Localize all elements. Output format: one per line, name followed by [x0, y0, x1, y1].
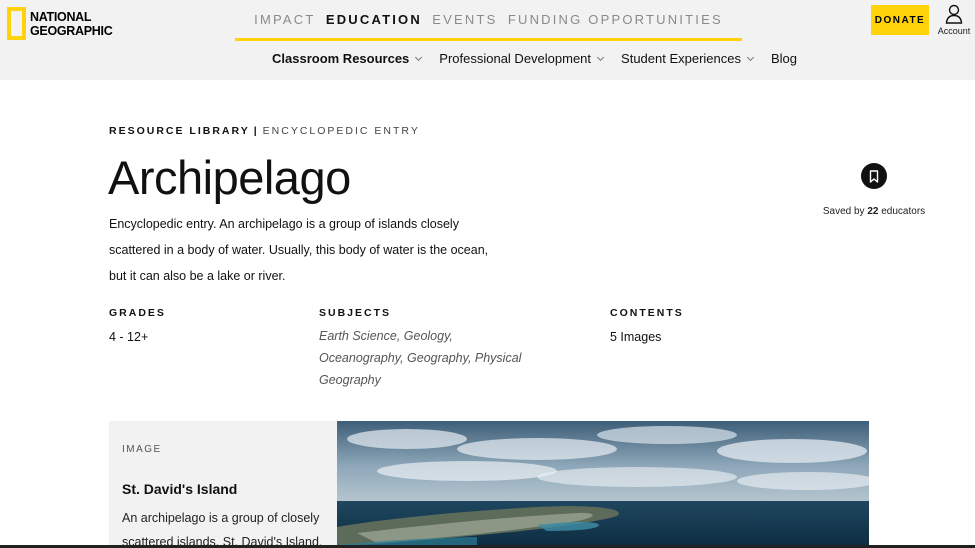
logo-wordmark: NATIONAL GEOGRAPHIC: [30, 9, 113, 38]
image-caption-card: IMAGE St. David's Island An archipelago …: [109, 421, 337, 548]
national-geographic-logo[interactable]: NATIONAL GEOGRAPHIC: [7, 7, 113, 40]
grades-heading: GRADES: [109, 307, 166, 319]
nav-funding-opportunities[interactable]: FUNDING OPPORTUNITIES: [508, 12, 723, 27]
chevron-down-icon: [596, 53, 605, 61]
subnav-classroom-resources[interactable]: Classroom Resources: [272, 51, 423, 66]
aerial-island-image: [337, 421, 869, 548]
chevron-down-icon: [746, 53, 755, 61]
primary-nav: IMPACT EDUCATION EVENTS FUNDING OPPORTUN…: [235, 0, 742, 41]
grades-value: 4 - 12+: [109, 330, 149, 344]
save-bookmark-button[interactable]: [861, 163, 887, 189]
subnav-label: Classroom Resources: [272, 51, 410, 66]
account-button[interactable]: Account: [936, 4, 972, 36]
nav-events[interactable]: EVENTS: [432, 12, 497, 27]
subnav-blog[interactable]: Blog: [771, 51, 797, 66]
contents-value: 5 Images: [610, 330, 662, 344]
image-title: St. David's Island: [122, 481, 238, 497]
breadcrumb: RESOURCE LIBRARY | ENCYCLOPEDIC ENTRY: [109, 125, 420, 137]
media-type-label: IMAGE: [122, 444, 162, 455]
secondary-nav: Classroom Resources Professional Develop…: [272, 51, 797, 66]
article-summary: Encyclopedic entry. An archipelago is a …: [109, 217, 489, 283]
nav-education[interactable]: EDUCATION: [326, 12, 422, 27]
subnav-label: Student Experiences: [621, 51, 741, 66]
saved-by-suffix: educators: [881, 206, 926, 217]
subnav-student-experiences[interactable]: Student Experiences: [621, 51, 755, 66]
logo-yellow-frame: [7, 7, 26, 40]
saved-by-prefix: Saved by: [822, 206, 865, 217]
subnav-label: Professional Development: [439, 51, 592, 66]
nav-impact[interactable]: IMPACT: [254, 12, 315, 27]
saved-by-count: Saved by 22 educators: [812, 206, 936, 217]
breadcrumb-resource-library[interactable]: RESOURCE LIBRARY: [109, 125, 250, 137]
chevron-down-icon: [415, 53, 423, 61]
saved-count: 22: [867, 206, 879, 217]
subnav-professional-development[interactable]: Professional Development: [439, 51, 605, 66]
logo-line-1: NATIONAL: [30, 9, 92, 24]
person-icon: [945, 4, 963, 24]
subjects-heading: SUBJECTS: [319, 307, 392, 319]
image-description: An archipelago is a group of closely sca…: [122, 511, 323, 548]
site-header: NATIONAL GEOGRAPHIC IMPACT EDUCATION EVE…: [0, 0, 975, 80]
subjects-value: Earth Science, Geology, Oceanography, Ge…: [319, 329, 522, 387]
breadcrumb-separator: |: [253, 125, 259, 137]
page-title: Archipelago: [108, 151, 351, 204]
contents-heading: CONTENTS: [610, 307, 684, 319]
donate-button[interactable]: DONATE: [871, 5, 929, 35]
logo-line-2: GEOGRAPHIC: [30, 23, 113, 38]
subnav-label: Blog: [771, 51, 798, 66]
bookmark-icon: [869, 169, 879, 183]
account-label: Account: [937, 26, 971, 36]
breadcrumb-entry-type: ENCYCLOPEDIC ENTRY: [262, 125, 420, 137]
archipelago-photo[interactable]: [337, 421, 869, 548]
